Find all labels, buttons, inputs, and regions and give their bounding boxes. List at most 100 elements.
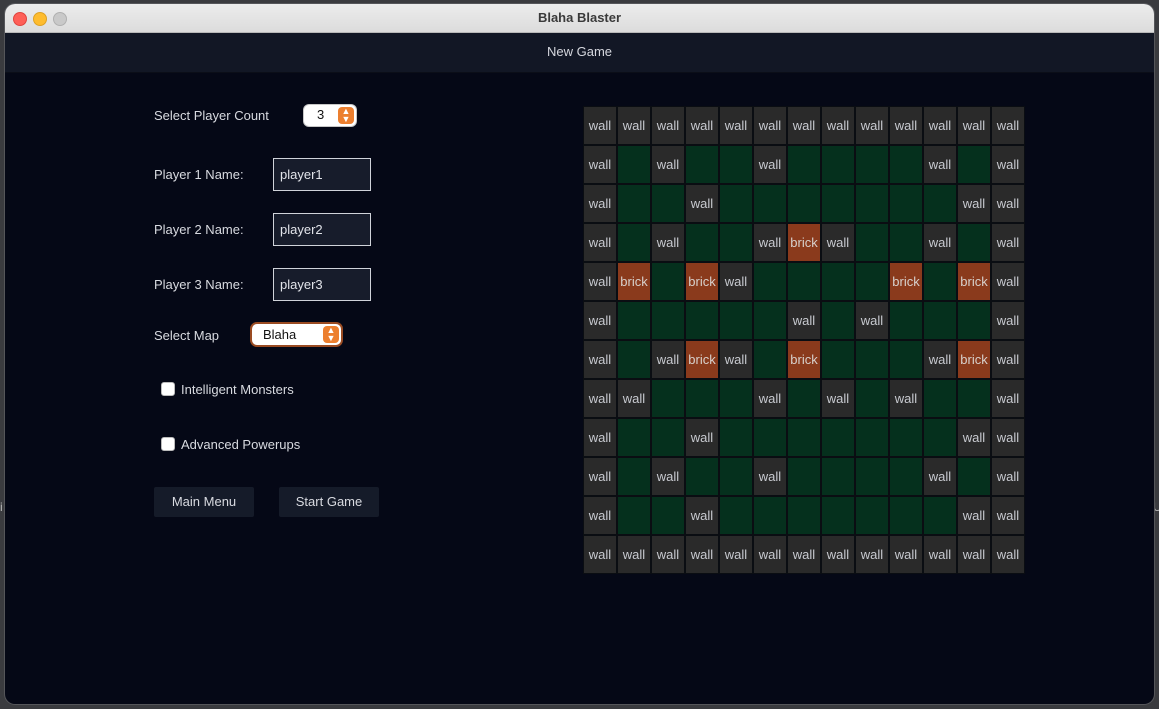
map-cell-floor: [617, 340, 651, 379]
map-cell-floor: [787, 145, 821, 184]
map-cell-floor: [923, 418, 957, 457]
map-cell-wall: wall: [651, 145, 685, 184]
map-cell-floor: [617, 145, 651, 184]
map-cell-wall: wall: [583, 457, 617, 496]
map-cell-floor: [651, 184, 685, 223]
map-cell-floor: [855, 496, 889, 535]
map-cell-floor: [685, 145, 719, 184]
map-cell-wall: wall: [821, 535, 855, 574]
start-game-button[interactable]: Start Game: [279, 487, 379, 517]
map-cell-floor: [889, 223, 923, 262]
map-cell-wall: wall: [889, 379, 923, 418]
map-cell-wall: wall: [889, 535, 923, 574]
map-cell-wall: wall: [583, 262, 617, 301]
map-cell-wall: wall: [719, 340, 753, 379]
player-count-label: Select Player Count: [154, 108, 269, 123]
map-cell-wall: wall: [991, 106, 1025, 145]
map-cell-floor: [923, 301, 957, 340]
map-cell-wall: wall: [889, 106, 923, 145]
map-cell-wall: wall: [685, 418, 719, 457]
map-cell-brick: brick: [787, 223, 821, 262]
title-bar: Blaha Blaster: [5, 4, 1154, 33]
map-cell-floor: [787, 457, 821, 496]
map-cell-floor: [685, 457, 719, 496]
map-cell-wall: wall: [651, 106, 685, 145]
map-cell-floor: [617, 457, 651, 496]
map-cell-wall: wall: [583, 379, 617, 418]
map-cell-wall: wall: [651, 535, 685, 574]
map-cell-wall: wall: [991, 223, 1025, 262]
map-cell-floor: [685, 379, 719, 418]
map-cell-floor: [787, 496, 821, 535]
map-cell-wall: wall: [583, 145, 617, 184]
map-select-label: Select Map: [154, 328, 220, 343]
map-cell-wall: wall: [855, 535, 889, 574]
advanced-powerups-label: Advanced Powerups: [181, 437, 301, 452]
main-menu-button[interactable]: Main Menu: [154, 487, 254, 517]
player-count-spinner[interactable]: 3 ▲ ▼: [304, 105, 356, 126]
advanced-powerups-checkbox[interactable]: [161, 437, 175, 451]
map-cell-brick: brick: [617, 262, 651, 301]
map-cell-wall: wall: [855, 106, 889, 145]
stepper-arrows-icon[interactable]: ▲ ▼: [338, 107, 354, 124]
map-cell-floor: [787, 418, 821, 457]
map-cell-floor: [617, 496, 651, 535]
map-cell-floor: [821, 145, 855, 184]
map-cell-floor: [651, 301, 685, 340]
player-1-name-input[interactable]: [273, 158, 371, 191]
map-cell-floor: [923, 379, 957, 418]
map-cell-wall: wall: [685, 496, 719, 535]
map-cell-floor: [957, 457, 991, 496]
player-2-name-input[interactable]: [273, 213, 371, 246]
map-cell-brick: brick: [957, 262, 991, 301]
map-cell-wall: wall: [583, 106, 617, 145]
map-cell-floor: [889, 418, 923, 457]
map-cell-floor: [753, 262, 787, 301]
player-1-name-label: Player 1 Name:: [154, 167, 244, 182]
map-cell-wall: wall: [957, 184, 991, 223]
map-cell-wall: wall: [991, 496, 1025, 535]
map-cell-floor: [753, 301, 787, 340]
map-cell-floor: [753, 496, 787, 535]
app-window: Blaha Blaster New Game Select Player Cou…: [5, 4, 1154, 704]
map-cell-floor: [753, 418, 787, 457]
player-count-value: 3: [317, 107, 325, 122]
map-cell-floor: [957, 379, 991, 418]
map-cell-wall: wall: [719, 535, 753, 574]
map-cell-wall: wall: [923, 145, 957, 184]
map-cell-floor: [889, 457, 923, 496]
map-cell-floor: [821, 301, 855, 340]
map-cell-wall: wall: [991, 145, 1025, 184]
map-cell-wall: wall: [583, 496, 617, 535]
player-3-name-input[interactable]: [273, 268, 371, 301]
intelligent-monsters-checkbox[interactable]: [161, 382, 175, 396]
map-cell-floor: [821, 418, 855, 457]
map-cell-wall: wall: [991, 457, 1025, 496]
map-cell-floor: [617, 418, 651, 457]
map-cell-floor: [719, 418, 753, 457]
map-cell-wall: wall: [583, 340, 617, 379]
map-cell-floor: [719, 145, 753, 184]
map-select-dropdown[interactable]: Blaha ▲ ▼: [252, 324, 341, 345]
map-cell-wall: wall: [753, 379, 787, 418]
map-cell-floor: [855, 262, 889, 301]
map-cell-wall: wall: [821, 106, 855, 145]
map-cell-wall: wall: [787, 301, 821, 340]
map-cell-wall: wall: [617, 106, 651, 145]
map-cell-wall: wall: [821, 223, 855, 262]
map-cell-wall: wall: [991, 301, 1025, 340]
map-cell-floor: [855, 379, 889, 418]
map-cell-floor: [685, 301, 719, 340]
map-cell-wall: wall: [583, 301, 617, 340]
map-cell-floor: [855, 418, 889, 457]
map-cell-floor: [821, 457, 855, 496]
map-cell-wall: wall: [651, 457, 685, 496]
map-cell-floor: [957, 223, 991, 262]
map-cell-wall: wall: [617, 535, 651, 574]
map-cell-floor: [753, 340, 787, 379]
map-cell-brick: brick: [685, 262, 719, 301]
map-cell-floor: [821, 496, 855, 535]
map-cell-brick: brick: [889, 262, 923, 301]
map-cell-wall: wall: [753, 223, 787, 262]
map-cell-wall: wall: [753, 145, 787, 184]
